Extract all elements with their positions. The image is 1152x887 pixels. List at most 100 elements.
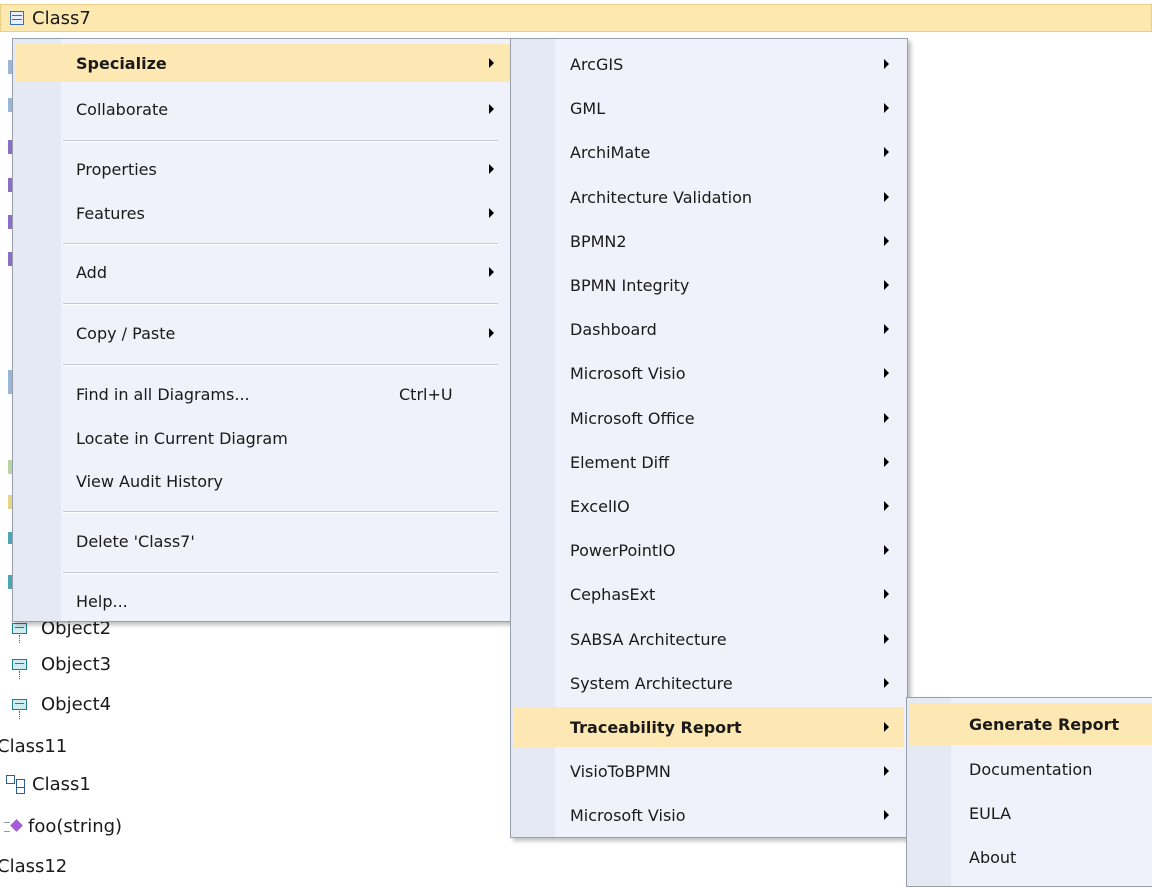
submenu-arrow-icon bbox=[489, 58, 494, 68]
submenu-arrow-icon bbox=[884, 678, 889, 688]
menu-item-label: Microsoft Visio bbox=[570, 363, 686, 383]
submenu-arrow-icon bbox=[884, 501, 889, 511]
tree-item-object3[interactable]: Object3 bbox=[0, 650, 112, 679]
menu-item-label: BPMN Integrity bbox=[570, 275, 690, 295]
tree-item-class1[interactable]: Class1 bbox=[0, 770, 91, 798]
menu-item-label: SABSA Architecture bbox=[570, 629, 727, 649]
menu-item-about[interactable]: About bbox=[910, 837, 1152, 877]
menu-item-eula[interactable]: EULA bbox=[910, 793, 1152, 833]
shortcut-label: Ctrl+U bbox=[399, 384, 453, 404]
menu-item-label: CephasExt bbox=[570, 584, 656, 604]
tree-item-label: foo(string) bbox=[28, 815, 123, 837]
menu-item-microsoft-visio[interactable]: Microsoft Visio bbox=[514, 795, 904, 835]
submenu-arrow-icon bbox=[884, 634, 889, 644]
menu-item-label: ArcGIS bbox=[570, 54, 624, 74]
menu-item-find-in-all-diagrams[interactable]: Find in all Diagrams... Ctrl+U bbox=[16, 375, 511, 413]
menu-item-label: PowerPointIO bbox=[570, 540, 676, 560]
menu-item-features[interactable]: Features bbox=[16, 194, 511, 232]
method-icon bbox=[4, 819, 26, 833]
menu-item-powerpointio[interactable]: PowerPointIO bbox=[514, 530, 904, 570]
submenu-arrow-icon bbox=[884, 589, 889, 599]
menu-item-label: Microsoft Visio bbox=[570, 805, 686, 825]
class-diagram-icon bbox=[6, 775, 26, 794]
object-icon bbox=[12, 658, 27, 679]
menu-separator bbox=[63, 511, 498, 513]
menu-item-system-architecture[interactable]: System Architecture bbox=[514, 663, 904, 703]
submenu-arrow-icon bbox=[884, 457, 889, 467]
submenu-arrow-icon bbox=[884, 59, 889, 69]
menu-separator bbox=[63, 364, 498, 366]
menu-item-collaborate[interactable]: Collaborate bbox=[16, 90, 511, 128]
menu-item-generate-report[interactable]: Generate Report bbox=[910, 703, 1152, 745]
tree-item-foo-method[interactable]: foo(string) bbox=[0, 812, 122, 840]
menu-item-locate-in-current-diagram[interactable]: Locate in Current Diagram bbox=[16, 419, 511, 457]
menu-item-label: VisioToBPMN bbox=[570, 761, 671, 781]
menu-item-label: Element Diff bbox=[570, 452, 670, 472]
menu-item-copy-paste[interactable]: Copy / Paste bbox=[16, 314, 511, 352]
menu-item-label: Architecture Validation bbox=[570, 187, 753, 207]
menu-item-label: ExcelIO bbox=[570, 496, 630, 516]
submenu-arrow-icon bbox=[884, 192, 889, 202]
menu-item-cephasext[interactable]: CephasExt bbox=[514, 574, 904, 614]
menu-item-microsoft-visio[interactable]: Microsoft Visio bbox=[514, 353, 904, 393]
menu-item-label: GML bbox=[570, 98, 606, 118]
object-icon bbox=[12, 698, 27, 719]
tree-item-label: Class12 bbox=[0, 855, 68, 877]
tree-item-class11[interactable]: Class11 bbox=[0, 732, 67, 760]
menu-item-documentation[interactable]: Documentation bbox=[910, 749, 1152, 789]
submenu-arrow-icon bbox=[884, 722, 889, 732]
submenu-arrow-icon bbox=[489, 164, 494, 174]
menu-item-excelio[interactable]: ExcelIO bbox=[514, 486, 904, 526]
menu-item-architecture-validation[interactable]: Architecture Validation bbox=[514, 177, 904, 217]
menu-item-specialize[interactable]: Specialize bbox=[16, 44, 511, 82]
submenu-arrow-icon bbox=[884, 810, 889, 820]
menu-item-dashboard[interactable]: Dashboard bbox=[514, 309, 904, 349]
tree-item-class12[interactable]: Class12 bbox=[0, 852, 67, 880]
menu-item-label: Microsoft Office bbox=[570, 408, 695, 428]
menu-item-arcgis[interactable]: ArcGIS bbox=[514, 44, 904, 84]
class-icon bbox=[10, 11, 24, 25]
submenu-arrow-icon bbox=[884, 103, 889, 113]
submenu-arrow-icon bbox=[489, 267, 494, 277]
traceability-report-submenu: Generate Report Documentation EULA About bbox=[906, 697, 1152, 887]
menu-item-properties[interactable]: Properties bbox=[16, 150, 511, 188]
submenu-arrow-icon bbox=[884, 324, 889, 334]
menu-item-label: BPMN2 bbox=[570, 231, 627, 251]
submenu-arrow-icon bbox=[489, 208, 494, 218]
menu-item-label: ArchiMate bbox=[570, 142, 651, 162]
menu-item-view-audit-history[interactable]: View Audit History bbox=[16, 462, 511, 500]
submenu-arrow-icon bbox=[884, 413, 889, 423]
tree-item-object4[interactable]: Object4 bbox=[0, 690, 112, 719]
tree-item-label: Class1 bbox=[32, 773, 91, 795]
menu-item-archimate[interactable]: ArchiMate bbox=[514, 132, 904, 172]
menu-item-bpmn2[interactable]: BPMN2 bbox=[514, 221, 904, 261]
menu-item-sabsa-architecture[interactable]: SABSA Architecture bbox=[514, 619, 904, 659]
menu-item-label: Dashboard bbox=[570, 319, 657, 339]
submenu-arrow-icon bbox=[489, 328, 494, 338]
menu-item-bpmn-integrity[interactable]: BPMN Integrity bbox=[514, 265, 904, 305]
menu-item-element-diff[interactable]: Element Diff bbox=[514, 442, 904, 482]
menu-item-visiotobpmn[interactable]: VisioToBPMN bbox=[514, 751, 904, 791]
tree-item-label: Object4 bbox=[41, 693, 112, 715]
menu-separator bbox=[63, 303, 498, 305]
menu-item-help[interactable]: Help... bbox=[16, 582, 511, 620]
tree-item-label: Class7 bbox=[32, 7, 91, 29]
menu-item-gml[interactable]: GML bbox=[514, 88, 904, 128]
menu-item-microsoft-office[interactable]: Microsoft Office bbox=[514, 398, 904, 438]
submenu-arrow-icon bbox=[884, 280, 889, 290]
menu-separator bbox=[63, 243, 498, 245]
context-menu: Specialize Collaborate Properties Featur… bbox=[12, 38, 515, 622]
tree-item-label: Class11 bbox=[0, 735, 68, 757]
submenu-arrow-icon bbox=[489, 104, 494, 114]
submenu-arrow-icon bbox=[884, 147, 889, 157]
submenu-arrow-icon bbox=[884, 368, 889, 378]
tree-item-class7[interactable]: Class7 bbox=[0, 4, 1152, 32]
menu-separator bbox=[63, 140, 498, 142]
tree-item-label: Object3 bbox=[41, 653, 112, 675]
menu-separator bbox=[63, 572, 498, 574]
menu-item-traceability-report[interactable]: Traceability Report bbox=[514, 707, 904, 747]
menu-item-delete[interactable]: Delete 'Class7' bbox=[16, 522, 511, 560]
submenu-arrow-icon bbox=[884, 236, 889, 246]
specialize-submenu: ArcGIS GML ArchiMate Architecture Validatio… bbox=[510, 38, 908, 838]
menu-item-add[interactable]: Add bbox=[16, 253, 511, 291]
